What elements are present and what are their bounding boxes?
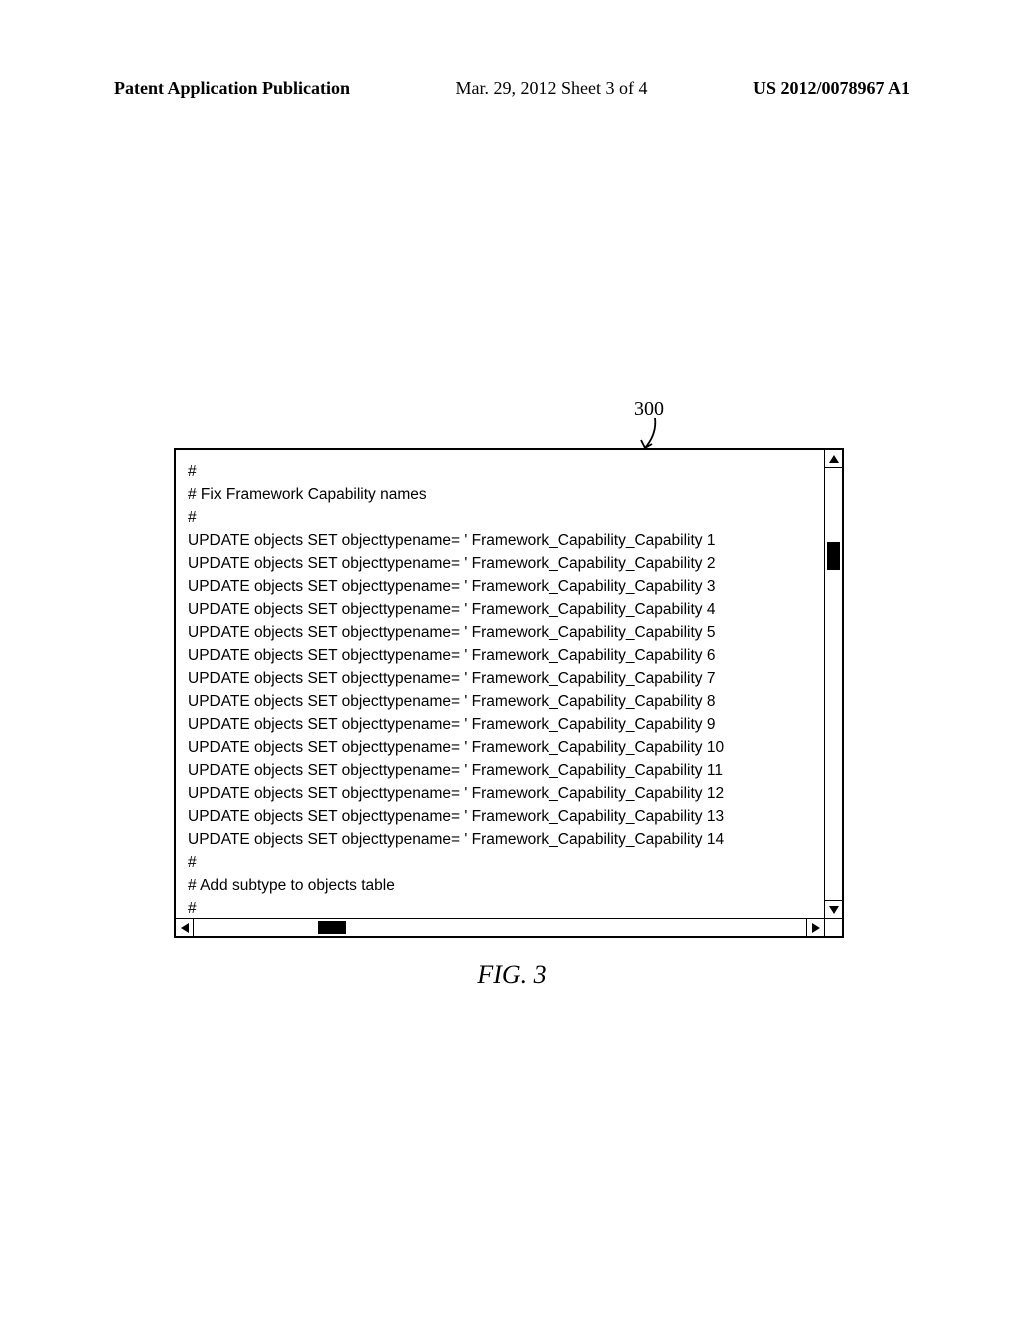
header-right: US 2012/0078967 A1 <box>753 78 910 99</box>
code-line: UPDATE objects SET objecttypename= ' Fra… <box>188 759 824 782</box>
header-center: Mar. 29, 2012 Sheet 3 of 4 <box>456 78 648 99</box>
vertical-scrollbar[interactable] <box>824 450 842 918</box>
figure-caption: FIG. 3 <box>0 960 1024 990</box>
scroll-down-button[interactable] <box>825 900 842 918</box>
code-line: # Add subtype to objects table <box>188 874 824 897</box>
code-content: # # Fix Framework Capability names # UPD… <box>176 450 824 918</box>
page-header: Patent Application Publication Mar. 29, … <box>0 78 1024 99</box>
code-line: UPDATE objects SET objecttypename= ' Fra… <box>188 713 824 736</box>
horizontal-scrollbar[interactable] <box>176 918 824 936</box>
code-line: UPDATE objects SET objecttypename= ' Fra… <box>188 782 824 805</box>
code-line: # <box>188 460 824 483</box>
horizontal-scroll-thumb[interactable] <box>318 921 346 934</box>
code-line: UPDATE objects SET objecttypename= ' Fra… <box>188 644 824 667</box>
page: Patent Application Publication Mar. 29, … <box>0 0 1024 1320</box>
code-line: UPDATE objects SET objecttypename= ' Fra… <box>188 575 824 598</box>
header-left: Patent Application Publication <box>114 78 350 99</box>
code-line: UPDATE objects SET objecttypename= ' Fra… <box>188 529 824 552</box>
code-viewer-window: # # Fix Framework Capability names # UPD… <box>174 448 844 938</box>
code-line: UPDATE objects SET objecttypename= ' Fra… <box>188 828 824 851</box>
code-line: UPDATE objects SET objecttypename= ' Fra… <box>188 805 824 828</box>
code-line: # Fix Framework Capability names <box>188 483 824 506</box>
code-line: UPDATE objects SET objecttypename= ' Fra… <box>188 598 824 621</box>
scroll-up-button[interactable] <box>825 450 842 468</box>
code-line: # <box>188 897 824 918</box>
scrollbar-corner <box>824 918 842 936</box>
scroll-left-button[interactable] <box>176 919 194 936</box>
code-line: UPDATE objects SET objecttypename= ' Fra… <box>188 736 824 759</box>
chevron-up-icon <box>829 455 839 463</box>
vertical-scroll-thumb[interactable] <box>827 542 840 570</box>
code-line: UPDATE objects SET objecttypename= ' Fra… <box>188 621 824 644</box>
code-line: UPDATE objects SET objecttypename= ' Fra… <box>188 690 824 713</box>
reference-arrow-icon <box>639 418 663 452</box>
chevron-down-icon <box>829 906 839 914</box>
code-line: UPDATE objects SET objecttypename= ' Fra… <box>188 667 824 690</box>
code-line: # <box>188 506 824 529</box>
code-line: # <box>188 851 824 874</box>
chevron-right-icon <box>812 923 820 933</box>
chevron-left-icon <box>181 923 189 933</box>
scroll-right-button[interactable] <box>806 919 824 936</box>
code-line: UPDATE objects SET objecttypename= ' Fra… <box>188 552 824 575</box>
